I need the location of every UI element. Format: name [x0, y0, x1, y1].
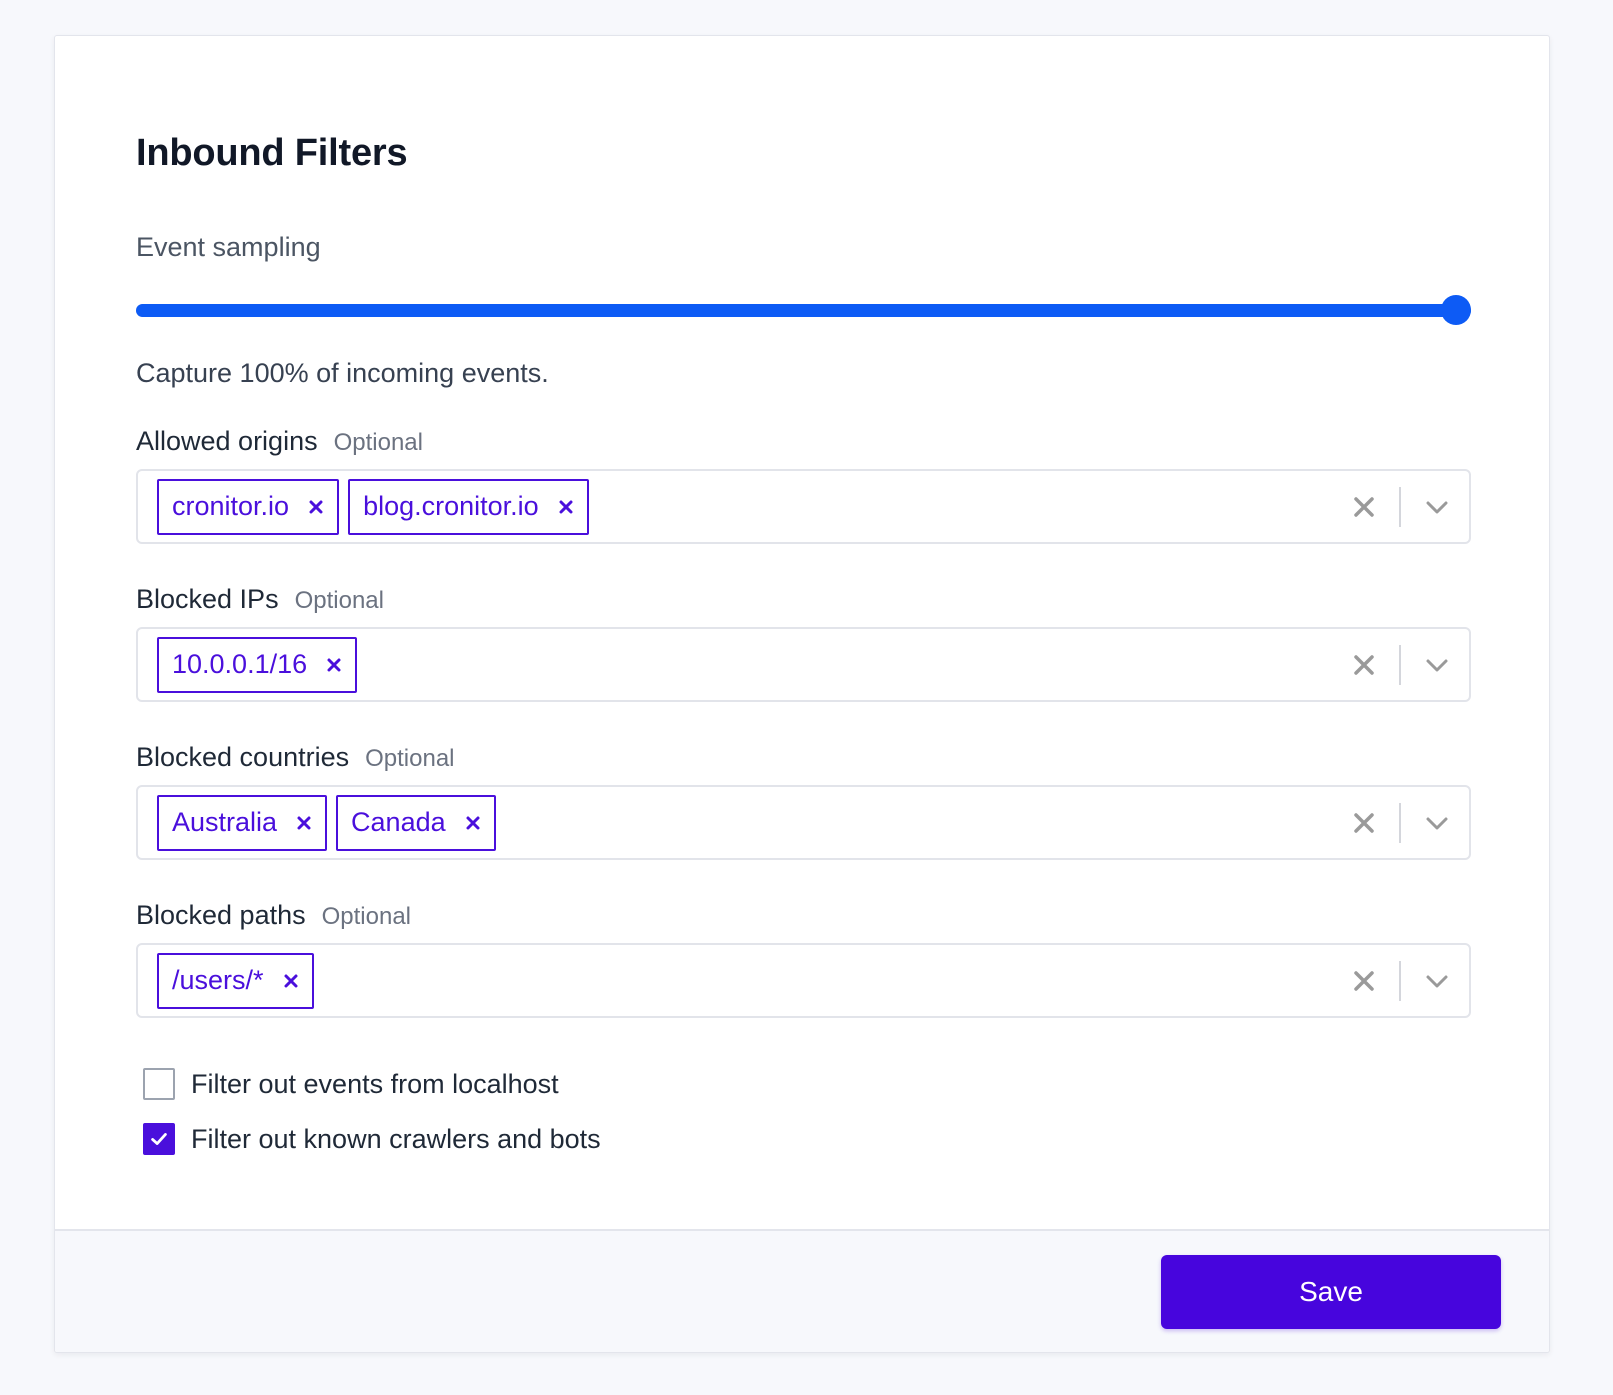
- clear-icon[interactable]: [1350, 651, 1378, 679]
- page-title: Inbound Filters: [136, 132, 408, 174]
- separator: [1399, 486, 1401, 527]
- blocked-paths-label-text: Blocked paths: [136, 900, 306, 930]
- close-icon[interactable]: [464, 814, 482, 832]
- allowed-origins-label-text: Allowed origins: [136, 426, 318, 456]
- optional-hint: Optional: [333, 429, 423, 456]
- chevron-down-icon[interactable]: [1423, 809, 1451, 837]
- localhost-filter-row[interactable]: Filter out events from localhost: [143, 1068, 559, 1100]
- close-icon[interactable]: [557, 498, 575, 516]
- close-icon[interactable]: [307, 498, 325, 516]
- clear-icon[interactable]: [1350, 493, 1378, 521]
- tag-label: blog.cronitor.io: [363, 491, 539, 521]
- slider-thumb[interactable]: [1441, 295, 1471, 325]
- bots-filter-row[interactable]: Filter out known crawlers and bots: [143, 1123, 601, 1155]
- selected-tags: /users/*: [157, 952, 1350, 1009]
- chevron-down-icon[interactable]: [1423, 967, 1451, 995]
- blocked-countries-label: Blocked countries Optional: [136, 742, 455, 773]
- selected-tag: Australia: [157, 794, 328, 851]
- selected-tags: cronitor.io blog.cronitor.io: [157, 478, 1350, 535]
- selected-tag: cronitor.io: [157, 478, 340, 535]
- separator: [1399, 960, 1401, 1001]
- inbound-filters-card: Inbound Filters Event sampling Capture 1…: [54, 35, 1550, 1353]
- tag-label: /users/*: [172, 965, 264, 995]
- clear-icon[interactable]: [1350, 967, 1378, 995]
- selected-tag: 10.0.0.1/16: [157, 636, 358, 693]
- selected-tag: Canada: [336, 794, 496, 851]
- selected-tag: /users/*: [157, 952, 314, 1009]
- tag-label: Canada: [351, 807, 446, 837]
- optional-hint: Optional: [321, 903, 411, 930]
- bots-checkbox-label: Filter out known crawlers and bots: [191, 1123, 601, 1154]
- blocked-countries-label-text: Blocked countries: [136, 742, 350, 772]
- localhost-checkbox-label: Filter out events from localhost: [191, 1068, 559, 1099]
- tag-label: Australia: [172, 807, 278, 837]
- chevron-down-icon[interactable]: [1423, 493, 1451, 521]
- selected-tags: Australia Canada: [157, 794, 1350, 851]
- select-actions: [1350, 629, 1469, 700]
- close-icon[interactable]: [325, 656, 343, 674]
- localhost-checkbox[interactable]: [143, 1068, 175, 1100]
- selected-tag: blog.cronitor.io: [348, 478, 589, 535]
- event-sampling-slider[interactable]: [136, 295, 1471, 325]
- sampling-description: Capture 100% of incoming events.: [136, 358, 549, 388]
- chevron-down-icon[interactable]: [1423, 651, 1451, 679]
- bots-checkbox[interactable]: [143, 1123, 175, 1155]
- event-sampling-label: Event sampling: [136, 232, 321, 262]
- select-actions: [1350, 945, 1469, 1016]
- blocked-paths-label: Blocked paths Optional: [136, 900, 411, 931]
- save-button[interactable]: Save: [1161, 1255, 1501, 1329]
- allowed-origins-label: Allowed origins Optional: [136, 426, 423, 457]
- blocked-ips-label: Blocked IPs Optional: [136, 584, 384, 615]
- select-actions: [1350, 471, 1469, 542]
- slider-fill: [136, 304, 1471, 317]
- optional-hint: Optional: [294, 587, 384, 614]
- separator: [1399, 644, 1401, 685]
- blocked-ips-label-text: Blocked IPs: [136, 584, 279, 614]
- check-icon: [151, 1133, 167, 1145]
- separator: [1399, 802, 1401, 843]
- tag-label: 10.0.0.1/16: [172, 649, 308, 679]
- selected-tags: 10.0.0.1/16: [157, 636, 1350, 693]
- blocked-ips-select[interactable]: 10.0.0.1/16: [136, 627, 1471, 702]
- allowed-origins-select[interactable]: cronitor.io blog.cronitor.io: [136, 469, 1471, 544]
- card-body: Inbound Filters Event sampling Capture 1…: [55, 36, 1549, 1229]
- close-icon[interactable]: [295, 814, 313, 832]
- tag-label: cronitor.io: [172, 491, 290, 521]
- select-actions: [1350, 787, 1469, 858]
- close-icon[interactable]: [282, 972, 300, 990]
- clear-icon[interactable]: [1350, 809, 1378, 837]
- blocked-paths-select[interactable]: /users/*: [136, 943, 1471, 1018]
- optional-hint: Optional: [365, 745, 455, 772]
- blocked-countries-select[interactable]: Australia Canada: [136, 785, 1471, 860]
- card-footer: Save: [55, 1229, 1549, 1352]
